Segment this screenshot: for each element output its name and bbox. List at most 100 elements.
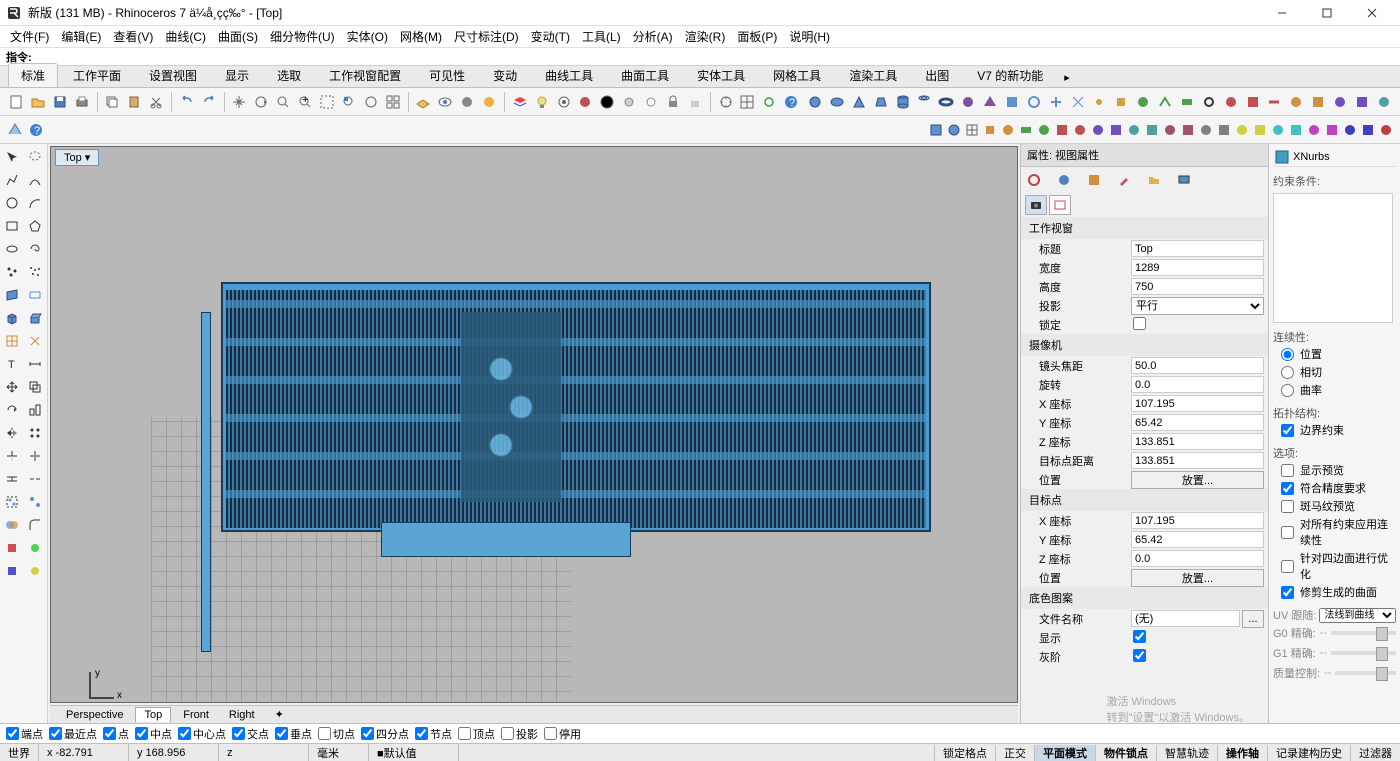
redo-icon[interactable] — [199, 91, 219, 113]
polyline-icon[interactable] — [2, 169, 23, 190]
torus-icon[interactable] — [936, 91, 956, 113]
tab-drafting[interactable]: 出图 — [912, 63, 962, 87]
r2-icon-12[interactable] — [1126, 122, 1142, 138]
tab-standard[interactable]: 标准 — [8, 63, 58, 87]
r2-icon-14[interactable] — [1162, 122, 1178, 138]
menu-curve[interactable]: 曲线(C) — [161, 26, 210, 47]
undo-icon[interactable] — [177, 91, 197, 113]
fillet-icon[interactable] — [25, 514, 46, 535]
sb-filter[interactable]: 过滤器 — [1350, 745, 1400, 761]
temp2-icon[interactable] — [980, 91, 1000, 113]
r2-icon-4[interactable] — [982, 122, 998, 138]
r2-icon-8[interactable] — [1054, 122, 1070, 138]
render-icon[interactable] — [479, 91, 499, 113]
input-cx[interactable] — [1131, 395, 1264, 412]
new-icon[interactable] — [6, 91, 26, 113]
r2-icon-1[interactable] — [928, 122, 944, 138]
r2-icon-17[interactable] — [1216, 122, 1232, 138]
menu-view[interactable]: 查看(V) — [109, 26, 157, 47]
tab-transform[interactable]: 变动 — [480, 63, 530, 87]
menu-tools[interactable]: 工具(L) — [578, 26, 625, 47]
slider-g0[interactable] — [1331, 631, 1396, 635]
r2-icon-5[interactable] — [1000, 122, 1016, 138]
scale-icon[interactable] — [25, 399, 46, 420]
rect-icon[interactable] — [2, 215, 23, 236]
temp15-icon[interactable] — [1264, 91, 1284, 113]
points-icon[interactable] — [2, 261, 23, 282]
display-icon[interactable] — [1175, 171, 1193, 189]
temp16-icon[interactable] — [1286, 91, 1306, 113]
status-unit[interactable]: 毫米 — [309, 744, 369, 761]
lasso-icon[interactable] — [25, 146, 46, 167]
menu-file[interactable]: 文件(F) — [6, 26, 53, 47]
spiral-icon[interactable] — [25, 238, 46, 259]
chk-zebra[interactable] — [1281, 500, 1294, 513]
r2-icon-20[interactable] — [1270, 122, 1286, 138]
zoom-icon[interactable] — [273, 91, 293, 113]
chk-pt[interactable] — [103, 727, 116, 740]
gumball-icon[interactable] — [6, 120, 26, 140]
r2-icon-19[interactable] — [1252, 122, 1268, 138]
menu-render[interactable]: 渲染(R) — [681, 26, 730, 47]
circle-icon[interactable] — [2, 192, 23, 213]
input-width[interactable] — [1131, 259, 1264, 276]
r2-icon-21[interactable] — [1288, 122, 1304, 138]
print-icon[interactable] — [72, 91, 92, 113]
ungroup-icon[interactable] — [25, 491, 46, 512]
shade-icon[interactable] — [457, 91, 477, 113]
show-icon[interactable] — [641, 91, 661, 113]
lightbulb-icon[interactable] — [532, 91, 552, 113]
paste-icon[interactable] — [124, 91, 144, 113]
zoom-extents-icon[interactable]: + — [295, 91, 315, 113]
r2-icon-18[interactable] — [1234, 122, 1250, 138]
rotate-icon[interactable] — [251, 91, 271, 113]
menu-mesh[interactable]: 网格(M) — [396, 26, 446, 47]
trim-icon[interactable] — [2, 445, 23, 466]
copy-icon[interactable] — [102, 91, 122, 113]
split-icon[interactable] — [25, 445, 46, 466]
temp14-icon[interactable] — [1243, 91, 1263, 113]
r2-icon-10[interactable] — [1090, 122, 1106, 138]
chk-preview[interactable] — [1281, 464, 1294, 477]
chk-gray[interactable] — [1133, 649, 1146, 662]
r2-icon-7[interactable] — [1036, 122, 1052, 138]
select-proj[interactable]: 平行 — [1131, 297, 1264, 315]
temp13-icon[interactable] — [1221, 91, 1241, 113]
chk-near[interactable] — [49, 727, 62, 740]
tab-newv7[interactable]: V7 的新功能 — [964, 63, 1056, 87]
tab-cplane[interactable]: 工作平面 — [60, 63, 134, 87]
sb-smarttrack[interactable]: 智慧轨迹 — [1156, 745, 1217, 761]
r2-icon-15[interactable] — [1180, 122, 1196, 138]
r2-icon-9[interactable] — [1072, 122, 1088, 138]
tab-meshtools[interactable]: 网格工具 — [760, 63, 834, 87]
cut-icon[interactable] — [146, 91, 166, 113]
status-layer[interactable]: ■默认值 — [369, 744, 459, 761]
chk-knot[interactable] — [415, 727, 428, 740]
tab-setview[interactable]: 设置视图 — [136, 63, 210, 87]
explode2-icon[interactable] — [25, 468, 46, 489]
temp6-icon[interactable] — [1068, 91, 1088, 113]
chk-boundary[interactable] — [1281, 424, 1294, 437]
slider-g1[interactable] — [1331, 651, 1396, 655]
tool-b-icon[interactable] — [25, 537, 46, 558]
r2-icon-26[interactable] — [1378, 122, 1394, 138]
hide-icon[interactable] — [619, 91, 639, 113]
minimize-button[interactable] — [1259, 0, 1304, 26]
sb-osnap[interactable]: 物件锁点 — [1095, 745, 1156, 761]
material2-icon[interactable] — [1055, 171, 1073, 189]
vtab-top[interactable]: Top — [135, 707, 171, 722]
chk-mid[interactable] — [135, 727, 148, 740]
temp7-icon[interactable] — [1089, 91, 1109, 113]
r2-icon-13[interactable] — [1144, 122, 1160, 138]
input-rot[interactable] — [1131, 376, 1264, 393]
sphere-icon[interactable] — [805, 91, 825, 113]
help2-icon[interactable]: ? — [28, 122, 44, 138]
grid-icon[interactable] — [737, 91, 757, 113]
r2-icon-23[interactable] — [1324, 122, 1340, 138]
curve-icon[interactable] — [25, 169, 46, 190]
open-icon[interactable] — [28, 91, 48, 113]
color-icon[interactable] — [597, 91, 617, 113]
temp11-icon[interactable] — [1177, 91, 1197, 113]
vtab-front[interactable]: Front — [175, 708, 217, 722]
chk-quad[interactable] — [361, 727, 374, 740]
